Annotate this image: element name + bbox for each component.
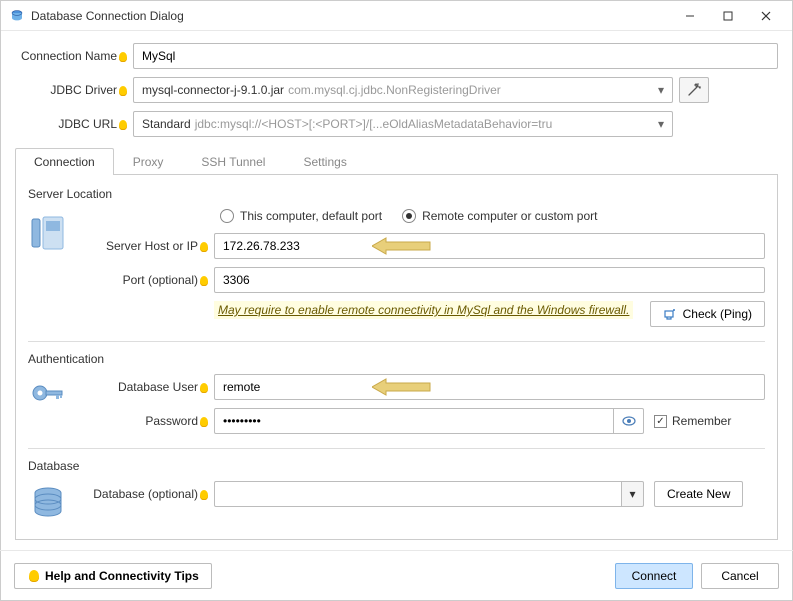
- server-location-title: Server Location: [28, 187, 765, 201]
- radio-remote[interactable]: Remote computer or custom port: [402, 209, 597, 223]
- jdbc-url-select[interactable]: Standardjdbc:mysql://<HOST>[:<PORT>]/[..…: [133, 111, 673, 137]
- radio-local-label: This computer, default port: [240, 209, 382, 223]
- tab-ssh-tunnel[interactable]: SSH Tunnel: [182, 148, 284, 175]
- bulb-icon: [29, 570, 39, 582]
- password-input[interactable]: [214, 408, 614, 434]
- user-label: Database User: [74, 380, 214, 394]
- footer: Help and Connectivity Tips Connect Cance…: [0, 550, 793, 601]
- jdbc-url-label: JDBC URL: [15, 117, 133, 131]
- help-button[interactable]: Help and Connectivity Tips: [14, 563, 212, 589]
- authentication-title: Authentication: [28, 352, 765, 366]
- create-new-button[interactable]: Create New: [654, 481, 743, 507]
- remember-checkbox[interactable]: ✓ Remember: [654, 414, 731, 428]
- tab-connection[interactable]: Connection: [15, 148, 114, 175]
- key-icon: [28, 374, 66, 442]
- cancel-button[interactable]: Cancel: [701, 563, 779, 589]
- connection-name-input[interactable]: [133, 43, 778, 69]
- tab-panel-connection: Server Location This computer, default p…: [15, 175, 778, 540]
- radio-icon: [220, 209, 234, 223]
- window-title: Database Connection Dialog: [31, 9, 672, 23]
- app-icon: [9, 8, 25, 24]
- remember-label: Remember: [672, 414, 731, 428]
- port-input[interactable]: [214, 267, 765, 293]
- radio-remote-label: Remote computer or custom port: [422, 209, 597, 223]
- titlebar: Database Connection Dialog: [1, 1, 792, 31]
- bulb-icon: [200, 383, 208, 393]
- database-dropdown-button[interactable]: ▾: [622, 481, 644, 507]
- bulb-icon: [119, 86, 127, 96]
- minimize-button[interactable]: [672, 4, 708, 28]
- radio-local[interactable]: This computer, default port: [220, 209, 382, 223]
- firewall-hint-link[interactable]: May require to enable remote connectivit…: [214, 301, 633, 319]
- jdbc-driver-select[interactable]: mysql-connector-j-9.1.0.jarcom.mysql.cj.…: [133, 77, 673, 103]
- bulb-icon: [200, 490, 208, 500]
- connection-name-label: Connection Name: [15, 49, 133, 63]
- tab-settings[interactable]: Settings: [284, 148, 365, 175]
- chevron-down-icon: ▾: [629, 487, 635, 501]
- wand-button[interactable]: [679, 77, 709, 103]
- server-icon: [28, 209, 66, 335]
- user-input[interactable]: [214, 374, 765, 400]
- database-label: Database (optional): [74, 487, 214, 501]
- bulb-icon: [119, 52, 127, 62]
- checkbox-icon: ✓: [654, 415, 667, 428]
- check-ping-button[interactable]: Check (Ping): [650, 301, 765, 327]
- bulb-icon: [119, 120, 127, 130]
- database-input[interactable]: [214, 481, 622, 507]
- bulb-icon: [200, 276, 208, 286]
- maximize-button[interactable]: [710, 4, 746, 28]
- jdbc-driver-label: JDBC Driver: [15, 83, 133, 97]
- bulb-icon: [200, 242, 208, 252]
- tab-proxy[interactable]: Proxy: [114, 148, 183, 175]
- tabs: Connection Proxy SSH Tunnel Settings: [15, 147, 778, 175]
- port-label: Port (optional): [74, 273, 214, 287]
- password-label: Password: [74, 414, 214, 428]
- database-icon: [28, 481, 66, 525]
- chevron-down-icon: ▾: [658, 117, 664, 131]
- host-input[interactable]: [214, 233, 765, 259]
- radio-icon: [402, 209, 416, 223]
- database-title: Database: [28, 459, 765, 473]
- show-password-button[interactable]: [614, 408, 644, 434]
- host-label: Server Host or IP: [74, 239, 214, 253]
- close-button[interactable]: [748, 4, 784, 28]
- bulb-icon: [200, 417, 208, 427]
- connect-button[interactable]: Connect: [615, 563, 693, 589]
- chevron-down-icon: ▾: [658, 83, 664, 97]
